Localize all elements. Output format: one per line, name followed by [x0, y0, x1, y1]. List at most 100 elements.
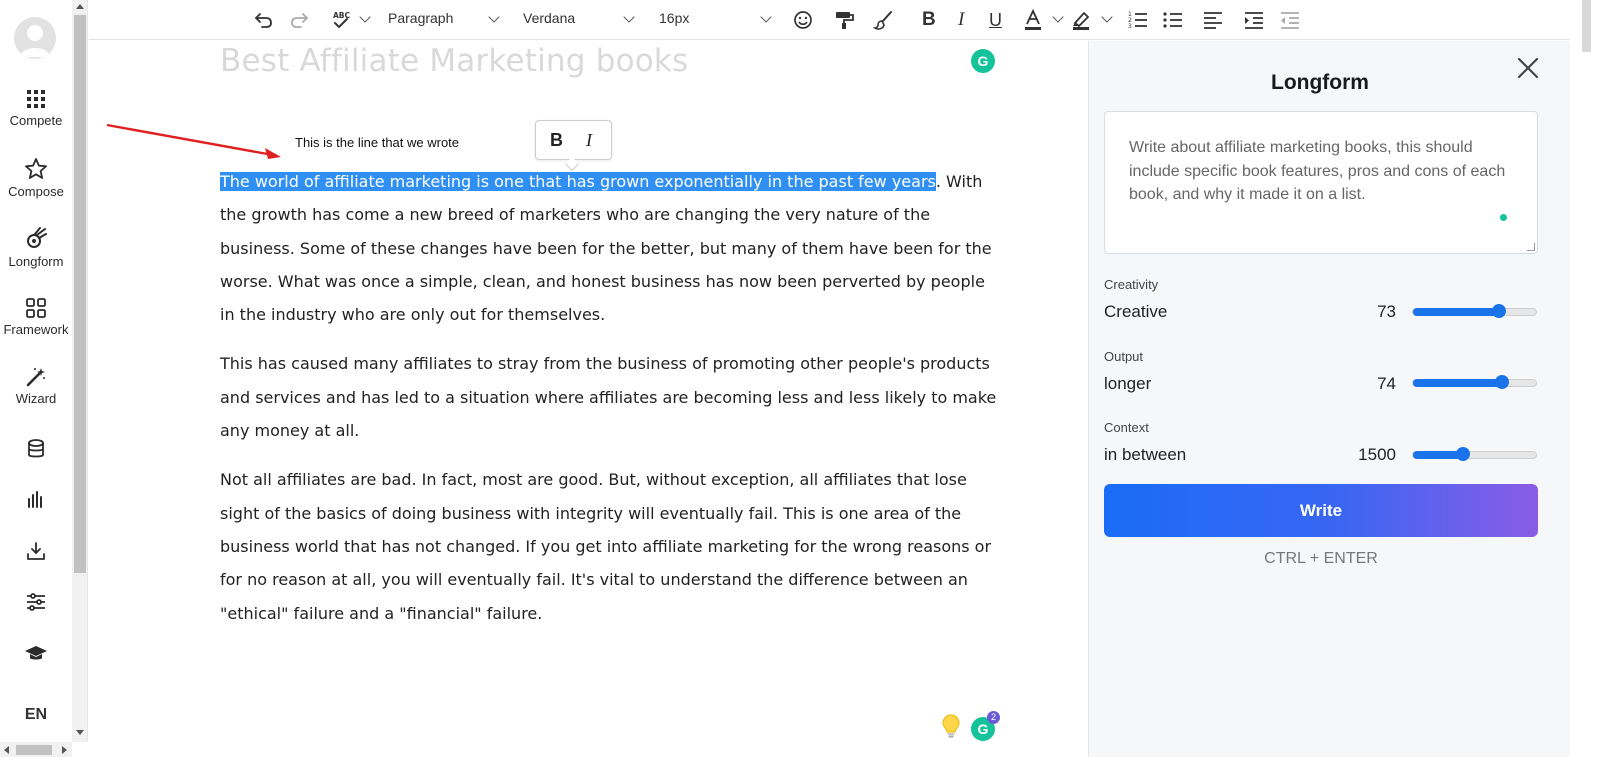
- chevron-down-icon[interactable]: [1052, 11, 1064, 23]
- avatar[interactable]: [14, 17, 56, 59]
- grammarly-status-icon: [1500, 214, 1507, 221]
- font-family-select[interactable]: Verdana: [523, 10, 575, 26]
- sidebar-item-analytics[interactable]: [0, 489, 72, 511]
- sidebar-item-longform[interactable]: Longform: [0, 227, 72, 269]
- sidebar-item-label: Compete: [9, 113, 63, 128]
- lightbulb-icon[interactable]: [942, 714, 960, 738]
- creativity-value: Creative: [1104, 302, 1168, 321]
- user-avatar-icon: [20, 25, 50, 57]
- scrollbar-thumb[interactable]: [16, 745, 52, 755]
- spellcheck-button[interactable]: ABC: [330, 9, 352, 31]
- editor-toolbar: ABC Paragraph Verdana 16px B I U 1 2 3: [89, 0, 1570, 40]
- language-switcher[interactable]: EN: [0, 706, 72, 724]
- slider-handle[interactable]: [1492, 304, 1507, 318]
- outdent-button[interactable]: [1279, 9, 1301, 31]
- inline-italic-button[interactable]: I: [586, 130, 592, 151]
- output-slider[interactable]: [1412, 375, 1537, 389]
- close-icon[interactable]: [1516, 56, 1540, 80]
- indent-icon: [1245, 12, 1263, 29]
- svg-text:3: 3: [1128, 23, 1132, 30]
- clear-format-button[interactable]: [873, 9, 895, 31]
- sidebar-item-framework[interactable]: Framework: [0, 297, 72, 337]
- resize-handle-icon[interactable]: [1527, 243, 1535, 251]
- chevron-down-icon[interactable]: [488, 11, 500, 23]
- highlighter-icon: [1073, 11, 1090, 30]
- numbered-list-icon: 123: [1128, 11, 1147, 30]
- document-title[interactable]: Best Affiliate Marketing books: [220, 43, 688, 79]
- block-format-select[interactable]: Paragraph: [388, 10, 453, 26]
- longform-panel: Longform Write about affiliate marketing…: [1088, 41, 1570, 757]
- creativity-slider[interactable]: [1412, 304, 1537, 318]
- scroll-down-icon[interactable]: [76, 730, 84, 735]
- scrollbar-thumb[interactable]: [74, 15, 86, 573]
- underline-button[interactable]: U: [989, 9, 1002, 31]
- comet-icon: [27, 227, 47, 248]
- paragraph[interactable]: Not all affiliates are bad. In fact, mos…: [220, 463, 1000, 629]
- slider-fill: [1413, 379, 1502, 387]
- scrollbar-thumb[interactable]: [1582, 0, 1591, 52]
- editor-canvas[interactable]: Best Affiliate Marketing books G This is…: [89, 41, 1087, 757]
- grammarly-icon[interactable]: G: [971, 49, 995, 73]
- write-button[interactable]: Write: [1104, 484, 1538, 537]
- context-slider[interactable]: [1412, 447, 1537, 461]
- redo-button[interactable]: [288, 9, 310, 31]
- inline-bold-button[interactable]: B: [550, 130, 563, 151]
- sidebar-scrollbar[interactable]: [72, 0, 88, 742]
- chevron-down-icon[interactable]: [623, 11, 635, 23]
- scroll-right-icon[interactable]: [62, 746, 67, 754]
- prompt-textarea[interactable]: Write about affiliate marketing books, t…: [1104, 111, 1538, 254]
- sidebar-item-learn[interactable]: [0, 642, 72, 664]
- scroll-left-icon[interactable]: [4, 746, 9, 754]
- chevron-down-icon[interactable]: [359, 11, 371, 23]
- output-number: 74: [1377, 374, 1396, 393]
- output-value: longer: [1104, 374, 1152, 393]
- sidebar-item-settings[interactable]: [0, 591, 72, 613]
- page-scrollbar[interactable]: [1570, 0, 1599, 757]
- sidebar-item-compose[interactable]: Compose: [0, 157, 72, 199]
- emoji-icon: [794, 11, 812, 29]
- spellcheck-icon: ABC: [333, 11, 351, 29]
- output-label: Output: [1104, 349, 1144, 364]
- bullet-list-icon: [1163, 12, 1182, 28]
- database-icon: [28, 439, 44, 458]
- underline-icon: U: [989, 9, 1002, 30]
- format-painter-button[interactable]: [833, 9, 855, 31]
- brush-icon: [873, 11, 892, 30]
- creativity-number: 73: [1377, 302, 1396, 321]
- undo-button[interactable]: [253, 9, 275, 31]
- slider-fill: [1413, 308, 1500, 316]
- paragraph[interactable]: The world of affiliate marketing is one …: [220, 165, 1000, 331]
- text-color-button[interactable]: [1022, 9, 1044, 31]
- sidebar-item-label: Wizard: [15, 391, 57, 406]
- paragraph-text: . With the growth has come a new breed o…: [220, 172, 992, 325]
- sidebar-item-compete[interactable]: Compete: [0, 88, 72, 128]
- sidebar-item-database[interactable]: [0, 438, 72, 460]
- selected-text[interactable]: The world of affiliate marketing is one …: [220, 172, 936, 191]
- slider-handle[interactable]: [1456, 447, 1471, 461]
- magic-wand-icon: [26, 368, 45, 387]
- sidebar-horizontal-scrollbar[interactable]: [0, 742, 72, 757]
- text-color-icon: [1025, 9, 1041, 30]
- chevron-down-icon[interactable]: [1101, 11, 1113, 23]
- emoji-button[interactable]: [792, 9, 814, 31]
- scroll-up-icon[interactable]: [76, 4, 84, 9]
- italic-button[interactable]: I: [958, 9, 964, 31]
- numbered-list-button[interactable]: 123: [1127, 9, 1149, 31]
- highlight-color-button[interactable]: [1070, 9, 1092, 31]
- paragraph[interactable]: This has caused many affiliates to stray…: [220, 347, 1000, 447]
- slider-handle[interactable]: [1494, 375, 1509, 389]
- font-size-select[interactable]: 16px: [659, 10, 689, 26]
- sidebar-item-download[interactable]: [0, 540, 72, 562]
- document-body[interactable]: The world of affiliate marketing is one …: [220, 165, 1000, 646]
- grammarly-count-badge: 2: [987, 711, 1000, 724]
- panel-title: Longform: [1271, 71, 1369, 94]
- indent-button[interactable]: [1243, 9, 1265, 31]
- align-left-button[interactable]: [1202, 9, 1224, 31]
- bold-button[interactable]: B: [922, 9, 936, 31]
- sidebar-item-wizard[interactable]: Wizard: [0, 366, 72, 406]
- align-left-icon: [1204, 12, 1222, 29]
- star-icon: [25, 158, 47, 179]
- chevron-down-icon[interactable]: [760, 11, 772, 23]
- bullet-list-button[interactable]: [1162, 9, 1184, 31]
- sidebar-item-label: Compose: [8, 184, 64, 199]
